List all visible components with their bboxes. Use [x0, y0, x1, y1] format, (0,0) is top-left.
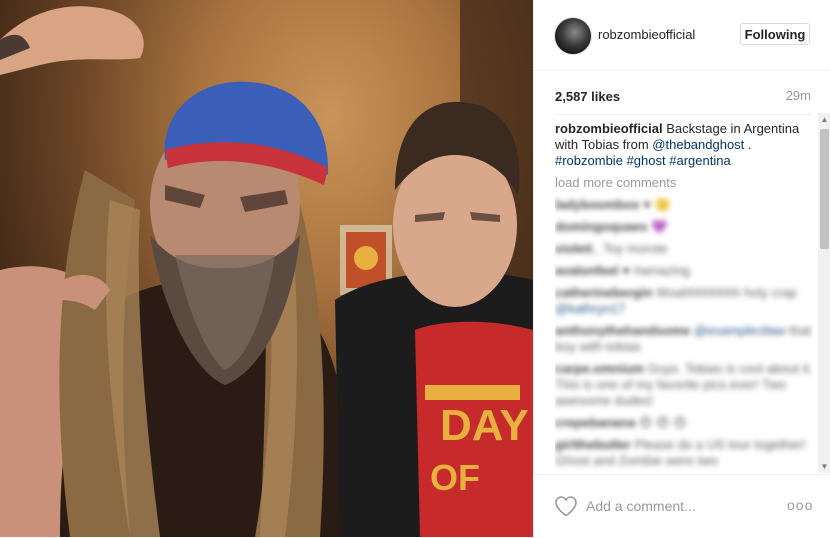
caption-mention[interactable]: @thebandghost [652, 137, 744, 152]
scroll-down-arrow-icon[interactable]: ▼ [818, 460, 830, 473]
comment-text: Toy morote [603, 241, 668, 256]
caption-hashtag[interactable]: #ghost [627, 153, 666, 168]
caption-separator: . [744, 137, 752, 152]
likes-count[interactable]: 2,587 likes [555, 89, 620, 104]
comment-text: 😍 😍 😍 [638, 415, 687, 430]
svg-text:DAY: DAY [440, 401, 529, 450]
list-item: catherinebergin Woahhhhhhhh holy crap @k… [555, 285, 813, 317]
list-item: girlthebutler Please do a US tour togeth… [555, 437, 813, 469]
list-item: avalonfeel ♥ #amazing [555, 263, 813, 279]
comment-mention[interactable]: @examplectlaw [694, 323, 786, 338]
comment-username[interactable]: catherinebergin [555, 285, 653, 300]
caption-hashtag[interactable]: #robzombie [555, 153, 623, 168]
comment-username[interactable]: crepebanana [555, 415, 635, 430]
avatar[interactable] [554, 17, 592, 55]
comment-text: Woahhhhhhhh holy crap [656, 285, 797, 300]
list-item: carpe.omnium Guys. Tobias is cool about … [555, 361, 813, 409]
comment-username[interactable]: anthonythehandsome [555, 323, 690, 338]
add-comment-input[interactable] [586, 497, 766, 515]
comments-scrollbar[interactable]: ▲ ▼ [818, 113, 830, 473]
list-item: domingoquaes 💜 [555, 219, 813, 235]
comment-text: 💜 [651, 219, 668, 234]
comment-username[interactable]: carpe.omnium [555, 361, 644, 376]
comment-username[interactable]: violeti_ [555, 241, 600, 256]
photo-illustration: DAY OF [0, 0, 533, 537]
caption-hashtag[interactable]: #argentina [669, 153, 730, 168]
scroll-up-arrow-icon[interactable]: ▲ [818, 113, 830, 126]
comment-username[interactable]: domingoquaes [555, 219, 647, 234]
list-item: ladyboombox ♥ 🙂 [555, 197, 813, 213]
post-username[interactable]: robzombieofficial [598, 27, 695, 42]
divider [555, 114, 811, 115]
list-item: anthonythehandsome @examplectlaw that bo… [555, 323, 813, 355]
likes-row: 2,587 likes 29m [555, 88, 811, 106]
following-button[interactable]: Following [740, 23, 810, 45]
list-item: crepebanana 😍 😍 😍 [555, 415, 813, 431]
caption-username[interactable]: robzombieofficial [555, 121, 663, 136]
post-header: robzombieofficial Following [534, 0, 830, 71]
scroll-thumb[interactable] [820, 129, 829, 249]
comment-username[interactable]: ladyboombox [555, 197, 640, 212]
svg-text:OF: OF [430, 457, 480, 498]
comment-text: ♥ #amazing [622, 263, 690, 278]
post-time-ago[interactable]: 29m [786, 88, 811, 103]
post-photo[interactable]: DAY OF [0, 0, 533, 537]
comment-username[interactable]: avalonfeel [555, 263, 619, 278]
comment-text: ♥ 🙂 [643, 197, 671, 212]
comments-list[interactable]: robzombieofficial Backstage in Argentina… [555, 121, 813, 473]
heart-icon[interactable] [554, 495, 578, 517]
comment-footer: ooo [534, 474, 830, 538]
comment-mention[interactable]: @kathryn17 [555, 301, 625, 316]
more-options-icon[interactable]: ooo [787, 497, 813, 513]
list-item: violeti_ Toy morote [555, 241, 813, 257]
load-more-comments-link[interactable]: load more comments [555, 175, 813, 191]
post-side-panel: robzombieofficial Following 2,587 likes … [533, 0, 830, 537]
comment-username[interactable]: girlthebutler [555, 437, 631, 452]
post-caption: robzombieofficial Backstage in Argentina… [555, 121, 813, 169]
